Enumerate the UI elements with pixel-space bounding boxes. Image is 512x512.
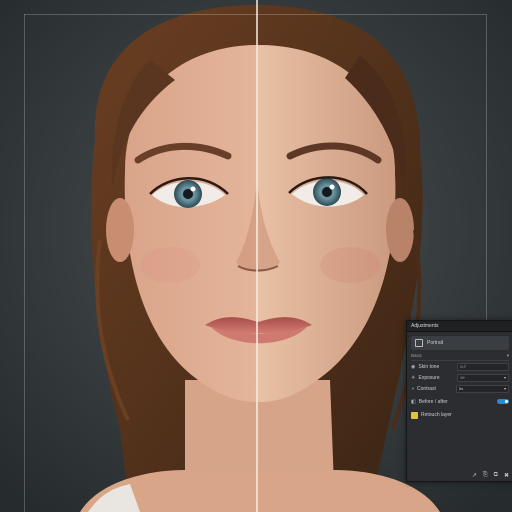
delete-icon[interactable]: ✖ [504, 472, 509, 479]
row-chevron [506, 364, 508, 370]
panel-toolbar: ↗ ⎘ ⧉ ✖ [407, 471, 512, 479]
toggle-label: Before / after [418, 398, 448, 405]
layer-row[interactable]: Retouch layer [411, 409, 509, 421]
preset-row[interactable]: Portrait [411, 336, 509, 350]
chevron-down-icon[interactable]: ▾ [507, 353, 509, 359]
row-value-field[interactable]: 0.7 [457, 362, 509, 371]
layer-label: Retouch layer [421, 412, 452, 418]
before-after-toggle-row[interactable]: ◧ Before / after [411, 396, 509, 407]
row-value: 0.7 [460, 363, 466, 369]
split-view-icon: ◧ [411, 398, 416, 405]
export-icon[interactable]: ↗ [472, 472, 477, 479]
row-value-field[interactable]: 0+ ▾ [457, 373, 509, 382]
duplicate-icon[interactable]: ⧉ [494, 472, 498, 479]
layer-thumbnail [411, 411, 418, 419]
contrast-icon: ◑ [411, 385, 415, 392]
chevron-down-icon: ▾ [503, 374, 506, 380]
crop-guide-left [24, 14, 25, 512]
preset-label: Portrait [427, 340, 444, 346]
adjustment-row-exposure[interactable]: ☀ Exposure 0+ ▾ [411, 372, 509, 383]
photo-editor-window: Adjustments Portrait Basic ▾ ◉ Skin tone… [0, 0, 512, 512]
section-basic[interactable]: Basic ▾ [411, 353, 509, 361]
row-label: Exposure [418, 374, 440, 381]
panel-title: Adjustments [411, 323, 439, 329]
before-after-toggle[interactable] [497, 399, 509, 404]
sun-icon: ☀ [411, 374, 416, 381]
row-value-field[interactable]: 5s ▾ [456, 384, 509, 393]
checkbox-icon[interactable] [415, 339, 423, 347]
section-title: Basic [411, 353, 423, 358]
row-value: 0+ [460, 374, 466, 380]
crop-guide-right [486, 14, 487, 320]
row-label: Contrast [417, 385, 436, 392]
adjustment-row-contrast[interactable]: ◑ Contrast 5s ▾ [411, 383, 509, 394]
chevron-down-icon: ▾ [503, 385, 506, 391]
before-after-divider[interactable] [256, 0, 258, 512]
panel-header[interactable]: Adjustments [407, 321, 512, 332]
adjustments-panel: Adjustments Portrait Basic ▾ ◉ Skin tone… [406, 320, 512, 482]
row-label: Skin tone [418, 363, 440, 370]
mask-icon[interactable]: ⎘ [483, 472, 488, 479]
row-value: 5s [459, 385, 464, 391]
crop-guide-top [24, 14, 486, 15]
adjustment-row-skin-tone[interactable]: ◉ Skin tone 0.7 [411, 361, 509, 372]
eye-icon: ◉ [411, 363, 416, 370]
